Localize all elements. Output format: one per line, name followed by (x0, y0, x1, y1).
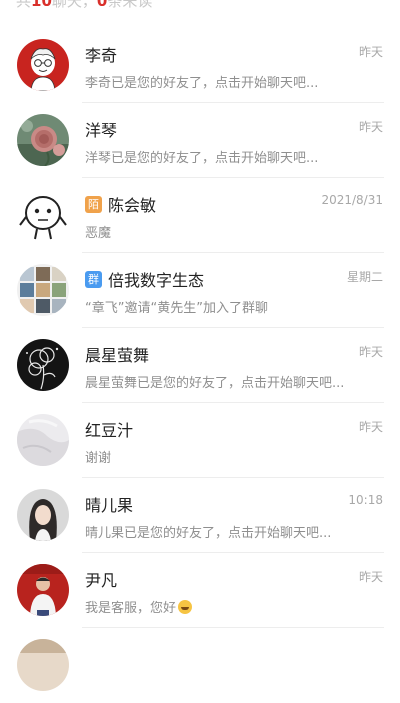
doodle-face-avatar-icon (17, 189, 69, 241)
conversation-row[interactable]: 群 倍我数字生态 星期二 “章飞”邀请“黄先生”加入了群聊 (0, 253, 400, 328)
message-preview: 谢谢 (85, 451, 112, 466)
contact-name: 晴儿果 (85, 496, 134, 515)
message-time: 昨天 (358, 120, 383, 134)
stranger-tag: 陌 (85, 195, 102, 213)
grin-emoji-icon (178, 600, 193, 614)
contact-name: 倍我数字生态 (108, 271, 205, 290)
message-preview: 洋琴已是您的好友了，点击开始聊天吧... (85, 151, 319, 166)
conversation-row[interactable]: 尹凡 昨天 我是客服，您好 (0, 553, 400, 628)
message-time: 昨天 (358, 345, 383, 359)
contact-name: 陈会敏 (108, 196, 157, 215)
conversation-row[interactable] (0, 628, 400, 703)
group-grid-avatar-icon (17, 264, 69, 316)
avatar[interactable] (17, 264, 69, 316)
message-preview: 晴儿果已是您的好友了，点击开始聊天吧... (85, 526, 332, 541)
avatar[interactable] (17, 39, 69, 91)
rose-avatar-icon (17, 114, 69, 166)
chat-count: 10 (31, 0, 52, 10)
unread-count: 0 (96, 0, 108, 10)
avatar[interactable] (17, 339, 69, 391)
conversation-row[interactable]: 洋琴 昨天 洋琴已是您的好友了，点击开始聊天吧... (0, 103, 400, 178)
message-time: 昨天 (358, 420, 383, 434)
group-tag: 群 (85, 270, 102, 288)
man-red-background-avatar-icon (17, 564, 69, 616)
avatar[interactable] (17, 564, 69, 616)
message-time: 2021/8/31 (321, 193, 383, 207)
conversation-row[interactable]: 李奇 昨天 李奇已是您的好友了，点击开始聊天吧... (0, 28, 400, 103)
conversation-row[interactable]: 红豆汁 昨天 谢谢 (0, 403, 400, 478)
message-time: 昨天 (358, 45, 383, 59)
chat-summary: 共10聊天，0条未读 (16, 0, 152, 13)
avatar[interactable] (17, 189, 69, 241)
avatar[interactable] (17, 414, 69, 466)
conversation-list: 李奇 昨天 李奇已是您的好友了，点击开始聊天吧... 洋琴 昨天 洋琴已是您的好… (0, 28, 400, 703)
contact-name: 尹凡 (85, 571, 118, 590)
message-time: 星期二 (346, 270, 383, 284)
message-preview: 恶魔 (85, 226, 112, 241)
avatar[interactable] (17, 639, 69, 691)
message-preview: 我是客服，您好 (85, 597, 385, 616)
avatar[interactable] (17, 489, 69, 541)
message-time: 10:18 (348, 493, 383, 507)
contact-name: 红豆汁 (85, 421, 134, 440)
conversation-row[interactable]: 晴儿果 10:18 晴儿果已是您的好友了，点击开始聊天吧... (0, 478, 400, 553)
message-preview: 李奇已是您的好友了，点击开始聊天吧... (85, 76, 319, 91)
black-flower-avatar-icon (17, 339, 69, 391)
white-fabric-avatar-icon (17, 414, 69, 466)
contact-name: 李奇 (85, 46, 118, 65)
contact-name: 洋琴 (85, 121, 118, 140)
girl-portrait-avatar-icon (17, 489, 69, 541)
avatar[interactable] (17, 114, 69, 166)
partial-avatar-icon (17, 639, 69, 691)
message-preview: 晨星萤舞已是您的好友了，点击开始聊天吧... (85, 376, 345, 391)
contact-name: 晨星萤舞 (85, 346, 150, 365)
message-time: 昨天 (358, 570, 383, 584)
conversation-row[interactable]: 晨星萤舞 昨天 晨星萤舞已是您的好友了，点击开始聊天吧... (0, 328, 400, 403)
message-preview: “章飞”邀请“黄先生”加入了群聊 (85, 301, 268, 316)
cartoon-boy-avatar-icon (17, 39, 69, 91)
conversation-row[interactable]: 陌 陈会敏 2021/8/31 恶魔 (0, 178, 400, 253)
